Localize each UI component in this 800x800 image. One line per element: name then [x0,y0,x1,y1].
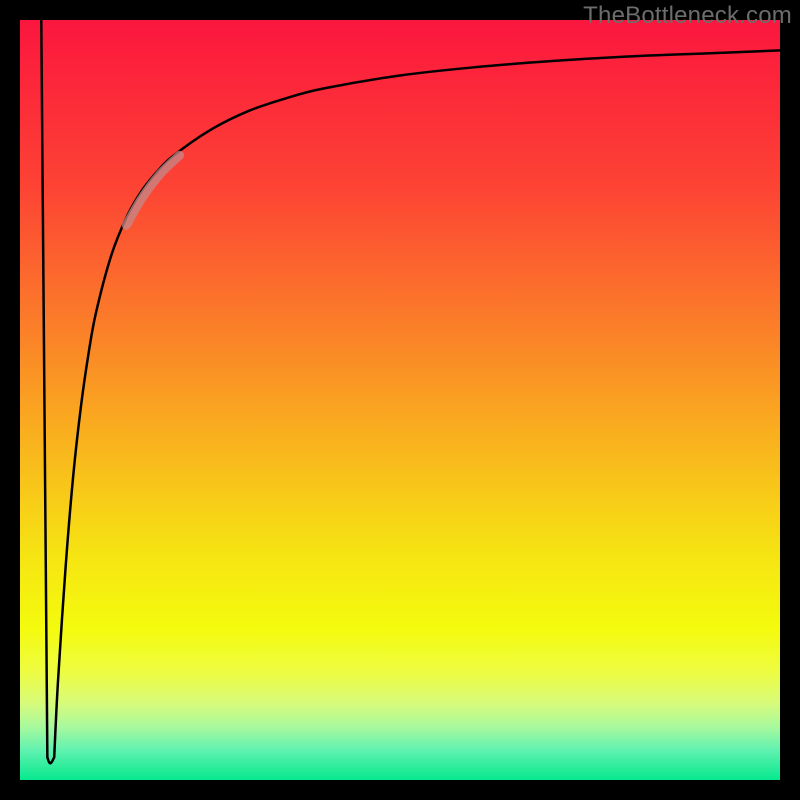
chart-container: TheBottleneck.com [0,0,800,800]
plot-background [20,20,780,780]
chart-svg [0,0,800,800]
watermark-text: TheBottleneck.com [583,2,792,30]
